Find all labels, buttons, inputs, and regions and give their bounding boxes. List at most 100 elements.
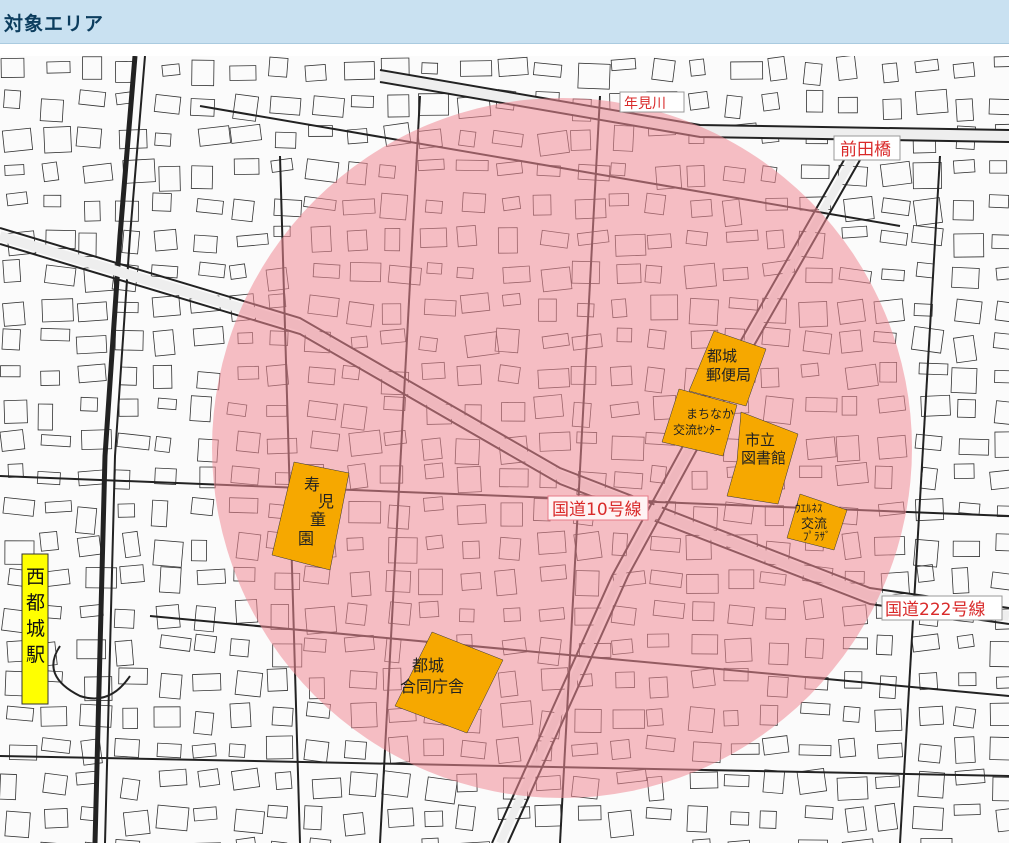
building-outline — [113, 608, 135, 629]
building-outline — [952, 540, 981, 557]
government-building-label-1: 都城 — [412, 656, 444, 675]
toshimigawa-label: 年見川 — [624, 96, 666, 112]
library-label-2: 図書館 — [741, 449, 786, 467]
building-outline — [122, 707, 138, 729]
building-outline — [759, 810, 777, 829]
station-char-2: 都 — [26, 592, 45, 614]
building-outline — [78, 89, 107, 108]
building-outline — [154, 435, 172, 453]
building-outline — [228, 263, 247, 280]
building-outline — [387, 807, 415, 828]
building-outline — [5, 705, 35, 722]
building-outline — [46, 60, 71, 74]
building-outline — [912, 806, 944, 831]
building-outline — [958, 501, 981, 515]
building-outline — [311, 777, 343, 800]
building-outline — [151, 295, 181, 318]
building-outline — [230, 767, 261, 791]
building-outline — [270, 157, 294, 173]
building-outline — [152, 329, 176, 357]
building-outline — [75, 126, 103, 149]
building-outline — [236, 233, 269, 248]
building-outline — [118, 398, 139, 417]
building-outline — [118, 129, 148, 150]
building-outline — [991, 234, 1009, 250]
building-outline — [610, 57, 637, 72]
building-outline — [875, 775, 901, 789]
building-outline — [958, 672, 977, 687]
building-outline — [158, 672, 183, 700]
building-outline — [994, 300, 1009, 324]
building-outline — [881, 197, 911, 217]
building-outline — [75, 335, 108, 355]
building-outline — [7, 463, 24, 478]
post-office-label-1: 都城 — [707, 347, 737, 365]
building-outline — [343, 740, 367, 760]
building-outline — [914, 58, 940, 74]
building-outline — [3, 399, 28, 424]
building-outline — [153, 706, 181, 728]
building-outline — [844, 671, 863, 689]
building-outline — [197, 125, 232, 147]
building-outline — [532, 62, 563, 78]
building-outline — [312, 95, 345, 118]
building-outline — [2, 496, 36, 517]
building-outline — [879, 160, 913, 188]
building-outline — [40, 706, 68, 727]
building-outline — [835, 56, 858, 81]
building-outline — [912, 162, 943, 190]
machinaka-center-label-1: まちなか — [686, 407, 734, 421]
building-outline — [42, 772, 69, 796]
government-building-label-2: 合同庁舎 — [400, 677, 464, 696]
building-outline — [914, 433, 943, 452]
building-outline — [303, 739, 330, 763]
building-outline — [958, 438, 990, 456]
building-outline — [421, 62, 439, 75]
building-outline — [805, 89, 824, 113]
building-outline — [798, 744, 832, 757]
building-outline — [113, 839, 141, 843]
building-outline — [235, 836, 258, 843]
building-outline — [192, 326, 225, 347]
kotobuki-park-label-5: 園 — [298, 529, 314, 548]
building-outline — [122, 809, 151, 837]
building-outline — [274, 131, 297, 149]
building-outline — [190, 165, 214, 190]
building-outline — [804, 805, 834, 820]
building-outline — [455, 804, 476, 831]
building-outline — [155, 804, 190, 832]
building-outline — [988, 194, 1009, 209]
building-outline — [4, 810, 31, 839]
building-outline — [158, 768, 188, 788]
building-outline — [993, 400, 1009, 426]
building-outline — [919, 466, 938, 491]
building-outline — [990, 571, 1009, 591]
building-outline — [116, 432, 151, 451]
building-outline — [233, 158, 260, 175]
building-outline — [44, 500, 73, 514]
building-outline — [988, 98, 1009, 116]
building-outline — [577, 62, 611, 90]
building-outline — [191, 59, 215, 87]
maedabashi-label: 前田橋 — [840, 140, 891, 160]
building-outline — [122, 530, 141, 559]
building-outline — [911, 224, 944, 247]
machinaka-center-label-2: 交流ｾﾝﾀｰ — [673, 422, 721, 437]
building-outline — [193, 633, 218, 654]
building-outline — [881, 268, 905, 282]
building-outline — [989, 469, 1009, 491]
building-outline — [953, 334, 978, 364]
building-outline — [387, 94, 410, 118]
building-outline — [80, 396, 99, 412]
building-outline — [2, 301, 26, 327]
building-outline — [459, 60, 493, 77]
building-outline — [4, 164, 25, 176]
building-outline — [82, 162, 114, 184]
building-outline — [114, 200, 139, 222]
building-outline — [303, 805, 323, 831]
building-outline — [342, 812, 366, 837]
building-outline — [232, 93, 260, 122]
building-outline — [119, 564, 145, 585]
building-outline — [159, 566, 182, 594]
building-outline — [989, 640, 1009, 668]
